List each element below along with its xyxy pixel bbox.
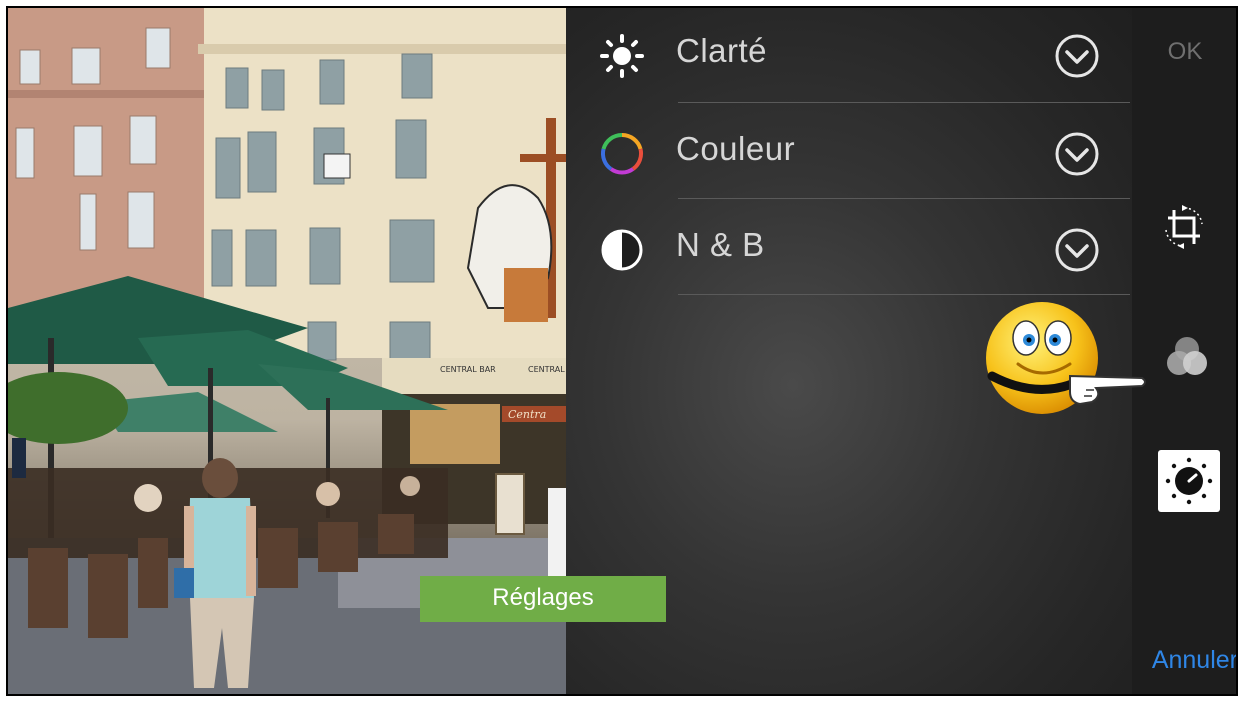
adjustment-label-noir-et-blanc: N & B <box>676 226 765 263</box>
screenshot-frame: CENTRAL BAR CENTRAL Centra Clarté Couleu… <box>6 6 1238 696</box>
adjustment-row-noir-et-blanc[interactable]: N & B <box>566 202 1132 292</box>
chevron-down-icon[interactable] <box>1054 227 1100 273</box>
divider <box>678 294 1130 295</box>
adjustment-row-clarte[interactable]: Clarté <box>566 8 1132 98</box>
adjustment-label-clarte: Clarté <box>676 32 768 69</box>
adjustment-label-couleur: Couleur <box>676 130 796 167</box>
reglages-caption: Réglages <box>420 576 666 622</box>
photo-sign-central-bar: CENTRAL BAR <box>440 365 496 374</box>
ok-button[interactable]: OK <box>1132 38 1236 66</box>
filters-icon[interactable] <box>1162 332 1212 382</box>
cancel-button[interactable]: Annuler <box>1152 646 1236 675</box>
divider <box>678 102 1130 103</box>
pointing-smiley-icon <box>986 302 1146 414</box>
adjust-dial-icon <box>1165 457 1213 505</box>
photo-sign-awning: Centra <box>508 408 546 421</box>
half-circle-icon <box>601 229 643 271</box>
crop-rotate-icon[interactable] <box>1162 204 1208 250</box>
divider <box>678 198 1130 199</box>
chevron-down-icon[interactable] <box>1054 33 1100 79</box>
photo-sign-central: CENTRAL <box>528 365 565 374</box>
adjustment-row-couleur[interactable]: Couleur <box>566 106 1132 196</box>
color-wheel-icon <box>601 132 643 175</box>
chevron-down-icon[interactable] <box>1054 131 1100 177</box>
sun-icon <box>600 34 644 78</box>
adjust-tool-button[interactable] <box>1158 450 1220 512</box>
